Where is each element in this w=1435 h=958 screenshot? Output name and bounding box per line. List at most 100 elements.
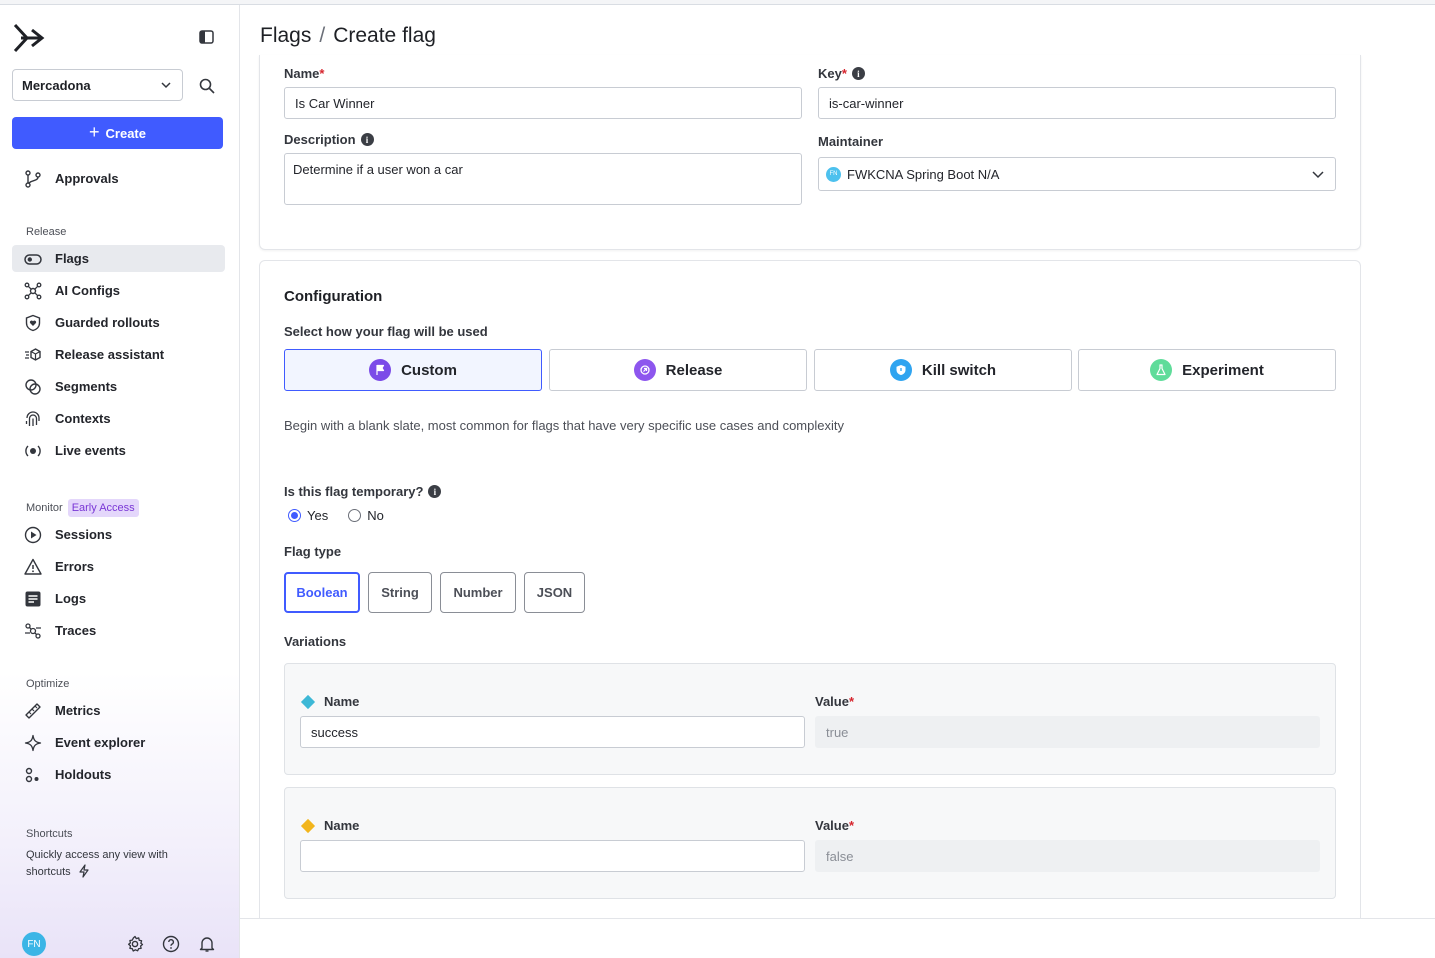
sidebar-item-label: Logs	[55, 591, 87, 606]
sidebar-item-errors[interactable]: Errors	[12, 553, 225, 580]
sidebar-item-approvals[interactable]: Approvals	[12, 165, 225, 192]
temporary-radio-group: Yes No	[288, 508, 384, 523]
flag-template-custom[interactable]: Custom	[284, 349, 542, 391]
project-name: Mercadona	[22, 77, 91, 93]
breadcrumb: Flags / Create flag	[260, 24, 436, 48]
template-label: Experiment	[1182, 361, 1264, 379]
breadcrumb-flags-link[interactable]: Flags	[260, 24, 311, 48]
user-avatar[interactable]: FN	[22, 932, 46, 956]
sidebar-item-label: Segments	[55, 379, 118, 394]
launchdarkly-logo-icon[interactable]	[12, 21, 46, 55]
sidebar-item-event-explorer[interactable]: Event explorer	[12, 729, 225, 756]
sidebar-item-contexts[interactable]: Contexts	[12, 405, 225, 432]
maintainer-select[interactable]: FN FWKCNA Spring Boot N/A	[818, 157, 1336, 191]
variation-name-input[interactable]: success	[300, 716, 805, 748]
sidebar-item-label: Flags	[55, 251, 89, 266]
sidebar-item-live-events[interactable]: Live events	[12, 437, 225, 464]
maintainer-label: Maintainer	[818, 134, 884, 149]
create-button[interactable]: + Create	[12, 117, 223, 149]
search-icon[interactable]	[198, 77, 216, 95]
sidebar-item-flags[interactable]: Flags	[12, 245, 225, 272]
gear-icon[interactable]	[126, 935, 144, 953]
help-icon[interactable]	[162, 935, 180, 953]
radio-yes-label[interactable]: Yes	[307, 508, 328, 523]
sidebar-item-label: Live events	[55, 443, 126, 458]
section-release-label: Release	[26, 226, 67, 238]
bell-icon[interactable]	[198, 935, 216, 953]
breadcrumb-separator: /	[319, 24, 326, 47]
temporary-label: Is this flag temporary? i	[284, 484, 442, 499]
plus-icon: +	[89, 122, 100, 142]
sidebar-item-logs[interactable]: Logs	[12, 585, 225, 612]
create-label: Create	[105, 125, 146, 141]
info-icon[interactable]: i	[851, 67, 865, 80]
release-assistant-icon	[25, 347, 41, 361]
flag-type-boolean[interactable]: Boolean	[284, 572, 360, 613]
variation-value-label: Value *	[815, 694, 854, 709]
variation-name-input[interactable]	[300, 840, 805, 872]
info-icon[interactable]: i	[428, 485, 442, 498]
info-icon[interactable]: i	[360, 133, 374, 146]
sidebar-collapse-icon[interactable]	[198, 29, 216, 45]
warning-triangle-icon	[24, 558, 42, 575]
project-selector[interactable]: Mercadona	[12, 69, 183, 101]
lightning-icon	[79, 864, 89, 878]
diamond-icon	[300, 818, 316, 833]
shortcuts-text: Quickly access any view with shortcuts	[26, 849, 168, 878]
variation-name-label-text: Name	[324, 818, 360, 833]
flag-template-experiment[interactable]: Experiment	[1078, 349, 1336, 391]
sidebar-item-metrics[interactable]: Metrics	[12, 697, 225, 724]
sidebar-item-ai-configs[interactable]: AI Configs	[12, 277, 225, 304]
configuration-subtitle: Select how your flag will be used	[284, 324, 488, 339]
sidebar-item-guarded-rollouts[interactable]: Guarded rollouts	[12, 309, 225, 336]
required-marker: *	[848, 694, 855, 709]
flag-type-json[interactable]: JSON	[524, 572, 585, 613]
shortcuts-description: Quickly access any view with shortcuts	[26, 847, 196, 881]
description-label-text: Description	[284, 132, 356, 147]
variations-label: Variations	[284, 634, 347, 649]
required-marker: *	[319, 66, 325, 81]
flag-type-number[interactable]: Number	[440, 572, 516, 613]
description-textarea[interactable]: Determine if a user won a car	[284, 153, 802, 205]
chevron-down-icon	[161, 82, 171, 89]
fingerprint-icon	[25, 410, 40, 426]
ruler-icon	[25, 702, 41, 719]
flag-type-string[interactable]: String	[368, 572, 432, 613]
sidebar-item-label: Holdouts	[55, 767, 112, 782]
radio-no[interactable]	[348, 509, 362, 522]
flag-template-kill-switch[interactable]: Kill switch	[814, 349, 1072, 391]
play-circle-icon	[24, 526, 42, 543]
shield-heart-icon	[25, 314, 41, 331]
sidebar-item-release-assistant[interactable]: Release assistant	[12, 341, 225, 368]
sidebar-item-label: Contexts	[55, 411, 111, 426]
template-label: Release	[665, 361, 723, 379]
name-input[interactable]: Is Car Winner	[284, 87, 802, 119]
approvals-branch-icon	[25, 169, 41, 188]
release-icon	[633, 359, 656, 381]
toggle-icon	[24, 253, 42, 265]
section-monitor-label: Monitor	[26, 502, 63, 514]
sidebar-item-label: Traces	[55, 623, 97, 638]
required-marker: *	[841, 66, 847, 81]
variation-value-label: Value *	[815, 818, 854, 833]
key-input[interactable]: is-car-winner	[818, 87, 1336, 119]
sidebar-item-label: Approvals	[55, 171, 119, 186]
sidebar-item-segments[interactable]: Segments	[12, 373, 225, 400]
sidebar-item-sessions[interactable]: Sessions	[12, 521, 225, 548]
sidebar-item-traces[interactable]: Traces	[12, 617, 225, 644]
maintainer-value: FWKCNA Spring Boot N/A	[847, 166, 1000, 182]
flask-icon	[1150, 359, 1173, 381]
name-label-text: Name	[284, 66, 320, 81]
variation-value-input: true	[815, 716, 1320, 748]
bottom-bar	[240, 918, 1435, 958]
shortcuts-title: Shortcuts	[26, 828, 73, 840]
sidebar-item-holdouts[interactable]: Holdouts	[12, 761, 225, 788]
maintainer-avatar: FN	[826, 166, 841, 182]
radio-yes[interactable]	[288, 509, 301, 522]
section-optimize-label: Optimize	[26, 678, 70, 690]
page-title: Create flag	[333, 24, 436, 47]
radio-no-label[interactable]: No	[367, 508, 384, 523]
sidebar-item-label: Metrics	[55, 703, 101, 718]
template-label: Custom	[401, 361, 457, 379]
flag-template-release[interactable]: Release	[549, 349, 807, 391]
